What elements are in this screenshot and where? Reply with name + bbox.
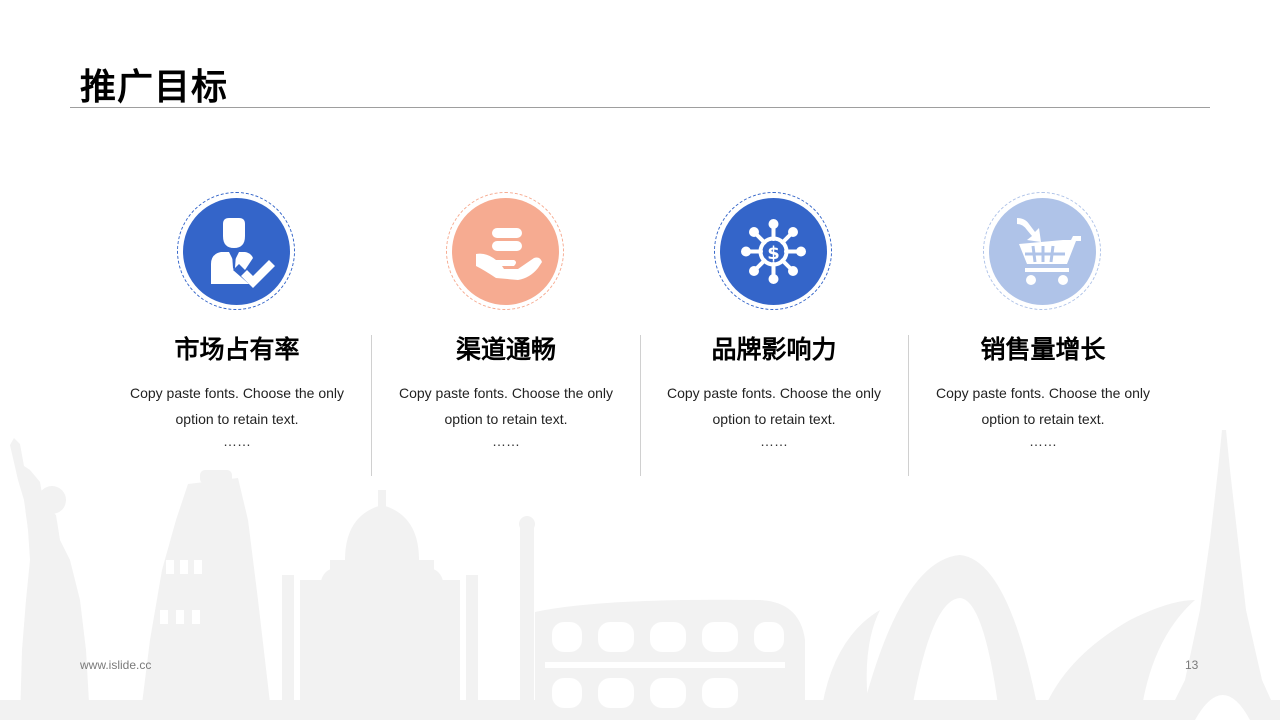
goal-card-sales: 销售量增长 Copy paste fonts. Choose the only … xyxy=(909,192,1177,450)
footer-website-link[interactable]: www.islide.cc xyxy=(80,658,151,672)
goal-icon-badge xyxy=(983,192,1103,312)
goal-ellipsis: …… xyxy=(1029,433,1057,449)
goal-card-channel: 渠道通畅 Copy paste fonts. Choose the only o… xyxy=(372,192,640,450)
goal-title: 品牌影响力 xyxy=(711,335,837,364)
page-number: 13 xyxy=(1185,658,1199,672)
goal-ellipsis: …… xyxy=(492,433,520,449)
title-underline xyxy=(70,107,1210,108)
goal-ellipsis: …… xyxy=(760,433,788,449)
goal-description: Copy paste fonts. Choose the only option… xyxy=(666,385,882,427)
dollar-network-icon: $ xyxy=(720,198,827,305)
user-check-icon xyxy=(183,198,290,305)
slide: 推广目标 市场占有率 Copy paste fonts. Choose the … xyxy=(0,0,1280,720)
goal-card-brand: $ 品牌影响力 Copy paste fonts. Choose the onl… xyxy=(640,192,908,450)
slide-title: 推广目标 xyxy=(80,67,229,108)
goal-title: 销售量增长 xyxy=(980,335,1106,364)
shopping-cart-icon xyxy=(989,198,1096,305)
goal-title: 渠道通畅 xyxy=(455,335,556,364)
goal-title: 市场占有率 xyxy=(174,335,300,364)
goal-description: Copy paste fonts. Choose the only option… xyxy=(935,385,1151,427)
goal-description: Copy paste fonts. Choose the only option… xyxy=(398,385,614,427)
goal-description: Copy paste fonts. Choose the only option… xyxy=(129,385,345,427)
goal-icon-badge: $ xyxy=(714,192,834,312)
hand-coins-icon xyxy=(452,198,559,305)
svg-text:$: $ xyxy=(767,243,780,264)
goal-icon-badge xyxy=(446,192,566,312)
goal-card-market-share: 市场占有率 Copy paste fonts. Choose the only … xyxy=(103,192,371,450)
goal-ellipsis: …… xyxy=(223,433,251,449)
goal-icon-badge xyxy=(177,192,297,312)
